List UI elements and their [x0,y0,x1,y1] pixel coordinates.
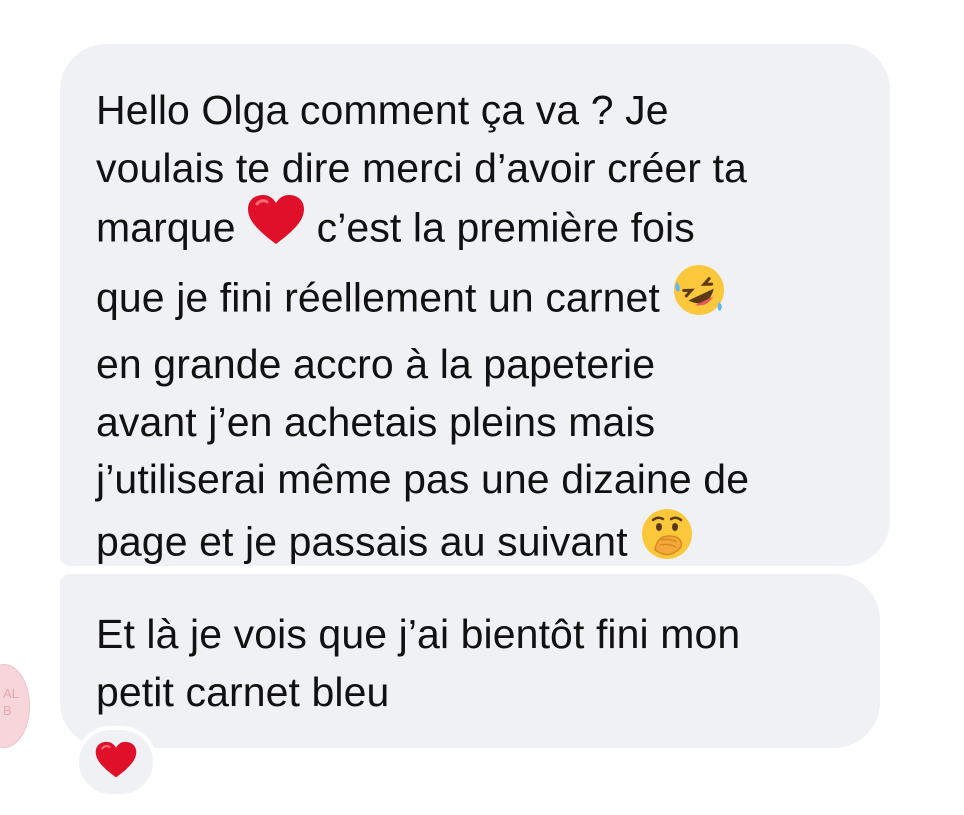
message-line: que je fini réellement un carnet [96,262,860,337]
rolling-laughing-emoji [671,262,727,334]
red-heart-emoji [247,194,305,262]
message-line: en grande accro à la papeterie [96,341,656,387]
message-text-1: Hello Olga comment ça va ? Je voulais te… [96,82,860,580]
red-heart-icon [95,741,137,784]
avatar-partial-text: AL B [3,686,19,718]
message-text-2: Et là je vois que j’ai bientôt fini mon … [96,606,850,721]
message-line: avant j’en achetais pleins mais [96,398,656,445]
message-line: petit carnet bleu [96,668,390,715]
message-line: Hello Olga comment ça va ? Je [96,87,669,133]
message-line: Et là je vois que j’ai bientôt fini mon [96,611,741,657]
message-line: voulais te dire merci d’avoir créer ta [96,144,747,191]
heart-reaction-badge[interactable] [75,726,157,798]
message-line: page et je passais au suivant [96,506,860,581]
hand-over-mouth-emoji [639,506,695,578]
message-bubble-2[interactable]: Et là je vois que j’ai bientôt fini mon … [60,574,880,748]
sender-avatar[interactable]: AL B [0,664,30,748]
message-line: j’utiliserai même pas une dizaine de [96,456,750,502]
message-line: marque c’est la première fois [96,194,860,265]
message-bubble-1[interactable]: Hello Olga comment ça va ? Je voulais te… [60,44,890,566]
